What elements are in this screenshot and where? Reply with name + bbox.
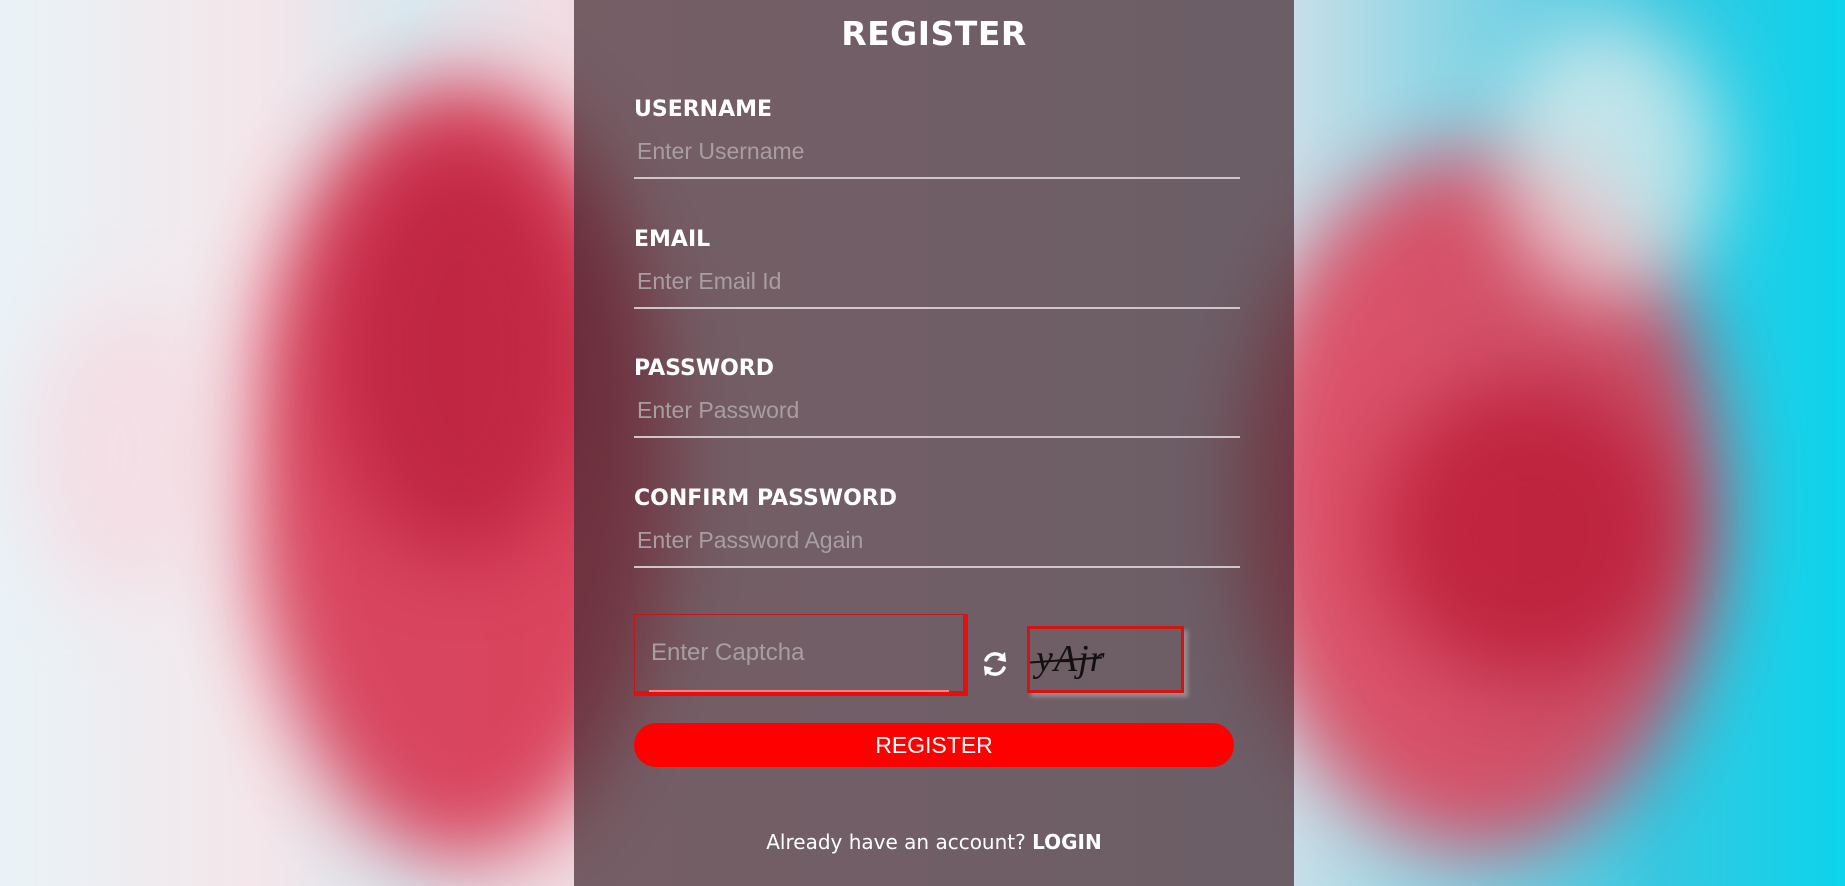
password-input[interactable] [634,384,1240,438]
confirm-password-input[interactable] [634,514,1240,568]
password-field-group: PASSWORD [634,354,1240,438]
username-label: USERNAME [634,97,773,122]
password-label: PASSWORD [634,356,775,381]
login-prompt-text: Already have an account? [766,830,1026,854]
login-link[interactable]: LOGIN [1032,830,1102,854]
email-field-group: EMAIL [634,225,1240,309]
email-label: EMAIL [634,227,711,252]
refresh-icon[interactable] [978,647,1012,681]
captcha-image: yAjr [1027,626,1184,693]
confirm-password-label: CONFIRM PASSWORD [634,486,897,511]
register-button[interactable]: REGISTER [634,723,1234,767]
captcha-underline [649,690,949,692]
login-prompt: Already have an account? LOGIN [574,830,1294,854]
username-field-group: USERNAME [634,95,1240,179]
page-title: REGISTER [841,14,1027,53]
username-input[interactable] [634,125,1240,179]
confirm-password-field-group: CONFIRM PASSWORD [634,484,1240,568]
captcha-input[interactable] [634,614,968,696]
email-input[interactable] [634,255,1240,309]
register-card: REGISTER USERNAME EMAIL PASSWORD CONFIRM… [574,0,1294,886]
